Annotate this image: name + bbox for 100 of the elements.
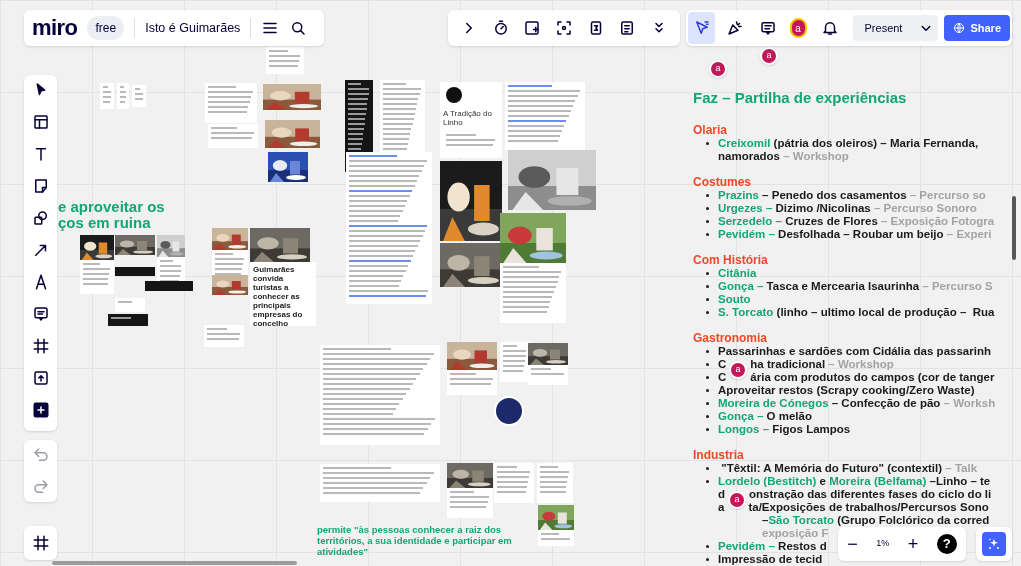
tool-button[interactable] <box>31 337 50 355</box>
list-text: ha tradicional <box>750 356 826 372</box>
help-button[interactable]: ? <box>936 534 957 554</box>
search-icon <box>289 19 308 37</box>
list-text: a <box>718 499 725 515</box>
bullet-icon <box>706 467 709 470</box>
list-text: O melão <box>766 409 812 424</box>
list-text: – Talk <box>944 460 978 476</box>
list-text: – Workshop <box>827 356 894 372</box>
list-text: Urgezes – <box>718 200 774 216</box>
list-text: – Percurso S <box>921 278 993 294</box>
user-avatar[interactable]: a <box>789 18 807 38</box>
list-text: (linho – ultimo local de produção – Rua <box>775 304 995 320</box>
section-heading: Gastronomia <box>693 332 768 345</box>
sparkle-icon <box>986 536 1002 552</box>
list-text: exposição F <box>762 525 829 541</box>
shapes-icon <box>31 209 50 227</box>
list-text: Souto <box>718 292 751 307</box>
logo-text: miro <box>32 17 78 39</box>
tool-button[interactable] <box>31 369 50 387</box>
list-text: – Exposição Fotogra <box>880 213 995 229</box>
text-lines-drawing <box>132 85 146 107</box>
heading-text: ços em ruina <box>58 215 152 231</box>
bullet-icon <box>706 220 709 223</box>
heading-text: e aproveitar os <box>58 199 165 215</box>
tool-button[interactable] <box>31 113 50 131</box>
avatar-marker: a <box>729 361 747 379</box>
avatar-marker: a <box>709 60 727 78</box>
zoom-in-button[interactable]: + <box>907 535 919 553</box>
scrollbar <box>1012 196 1016 260</box>
search-button[interactable] <box>289 19 308 37</box>
bullet-icon <box>706 558 709 561</box>
list-text: – Percurso so <box>908 187 986 203</box>
cursors-button[interactable] <box>688 12 716 44</box>
bell-icon <box>820 19 839 37</box>
list-text: ta/Exposições de trabalhos/Percursos Sono <box>748 500 989 515</box>
list-text: Impressão de tecid <box>718 551 823 566</box>
frame-icon <box>31 534 50 552</box>
list-text: e <box>818 473 827 489</box>
comment-icon <box>31 305 50 323</box>
list-text: Cruzes de Flores <box>785 213 878 229</box>
text-lines-drawing <box>117 83 129 109</box>
frame-icon <box>31 337 50 355</box>
list-text: namorados <box>718 149 780 164</box>
list-text: Tasca e Mercearia Isaurinha <box>766 278 920 294</box>
section-heading: Costumes <box>693 176 752 189</box>
undo-button[interactable] <box>31 446 50 464</box>
list-text: Creixomil <box>718 135 771 151</box>
zoom-level[interactable]: 1% <box>876 537 890 551</box>
bullet-icon <box>706 298 709 301</box>
tool-button[interactable] <box>31 209 50 227</box>
list-text: Citânia <box>718 265 757 281</box>
text-lines-drawing <box>447 488 493 518</box>
card-title: Guimarães convida turistas a conhecer as principais empresas do concelho <box>253 265 304 328</box>
section-heading: Com História <box>693 254 769 267</box>
list-text: Dizimo /Nicolinas <box>775 200 871 216</box>
list-text: C <box>718 369 727 385</box>
redo-icon <box>31 478 50 496</box>
list-text: (pátria dos oleiros) – Maria Fernanda, <box>772 135 979 151</box>
list-text: – Worksh <box>942 396 996 411</box>
board-title[interactable]: Isto é Guimarães <box>145 18 241 38</box>
bullet-icon <box>706 207 709 210</box>
text-lines-drawing <box>538 530 574 546</box>
card-title: A Tradição do Linho <box>443 109 493 127</box>
bullet-icon <box>706 142 709 145</box>
list-text: Prazins <box>718 187 759 203</box>
comment-icon <box>759 19 778 37</box>
bullet-icon <box>706 545 709 548</box>
list-text: – <box>762 513 769 528</box>
bullet-icon <box>706 272 709 275</box>
frames-button[interactable] <box>24 526 57 560</box>
bullet-icon <box>706 194 709 197</box>
list-text: Pevidém – <box>718 226 776 242</box>
sticky-note-icon <box>523 19 542 37</box>
text-lines-drawing <box>500 263 566 323</box>
tool-button[interactable] <box>31 401 50 419</box>
list-text: Serzedelo – <box>718 214 783 229</box>
bullet-icon <box>706 311 709 314</box>
tool-button[interactable] <box>31 305 50 323</box>
list-text: Restos d <box>778 539 827 554</box>
sparkle-button[interactable] <box>982 532 1006 556</box>
plus-icon <box>31 401 50 419</box>
redo-button[interactable] <box>31 478 50 496</box>
list-text: (Grupo Folclórico da corred <box>836 512 990 528</box>
section-heading: Olaria <box>693 124 729 137</box>
bullet-icon <box>706 233 709 236</box>
list-text: Lordelo (Bestitch) <box>718 473 817 489</box>
bullet-icon <box>706 350 709 353</box>
share-button[interactable]: Share <box>944 15 1010 41</box>
list-text: Figos Lampos <box>772 421 851 437</box>
list-text: S. Torcato <box>718 304 774 320</box>
bullet-icon <box>706 480 709 483</box>
list-text: Passarinhas e sardões com Cidália das passarinh <box>718 343 991 359</box>
bullet-icon <box>706 402 709 405</box>
avatar-marker: a <box>728 491 746 509</box>
list-text: d <box>718 486 726 502</box>
zoom-out-button[interactable]: − <box>847 535 858 553</box>
section-heading: Industria <box>693 449 745 462</box>
list-text: Pevidém – <box>718 539 776 554</box>
list-text: – Confecção de pão <box>830 396 941 411</box>
